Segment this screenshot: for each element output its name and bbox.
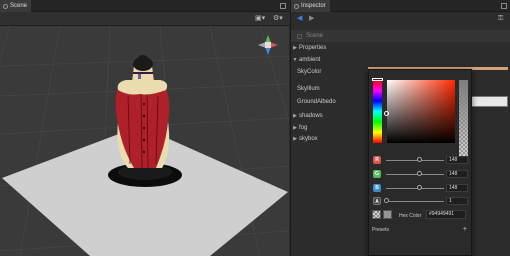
tab-inspector[interactable]: Inspector	[291, 0, 330, 12]
color-picker-popup: R 148 G 148 B 148 A 1 Hex Color #9494949…	[368, 69, 472, 256]
field-label: GroundAlbedo	[297, 99, 336, 105]
red-track[interactable]	[386, 160, 444, 161]
scene-header-row[interactable]: Scene	[291, 30, 510, 42]
section-label: skybox	[299, 136, 318, 142]
presets-label: Presets	[372, 227, 389, 233]
collapse-arrow-icon: ▼	[292, 57, 298, 63]
section-label: ambient	[299, 57, 321, 63]
hue-slider[interactable]	[373, 80, 382, 143]
hex-color-label: Hex Color	[399, 213, 422, 219]
section-label: Properties	[299, 45, 327, 51]
new-color-swatch[interactable]	[383, 210, 392, 219]
red-value-input[interactable]: 148	[446, 156, 468, 164]
scene-tabbar: Scene	[0, 0, 289, 12]
alpha-track[interactable]	[386, 201, 444, 202]
field-label: SkyColor	[297, 69, 322, 75]
scene-panel: Scene ▣▾ ⚙▾	[0, 0, 289, 256]
blue-slider-row: B 148	[372, 184, 470, 193]
scene-toolbar: ▣▾ ⚙▾	[0, 12, 289, 26]
section-label: shadows	[299, 113, 323, 119]
expand-arrow-icon: ▶	[293, 45, 297, 51]
section-label: fog	[299, 125, 308, 131]
scene-tab-icon	[3, 3, 8, 9]
section-properties[interactable]: ▶ Properties	[291, 42, 510, 54]
tab-scene[interactable]: Scene	[0, 0, 32, 12]
field-label: SkyIllum	[297, 86, 320, 92]
hue-handle[interactable]	[372, 78, 383, 81]
green-knob[interactable]	[417, 171, 423, 176]
inspector-tab-icon	[294, 3, 299, 9]
alpha-value-input[interactable]: 1	[446, 197, 468, 205]
inspector-panel-menu-icon[interactable]	[501, 3, 507, 9]
red-channel-label: R	[373, 156, 381, 164]
scene-panel-menu-icon[interactable]	[280, 3, 286, 9]
sv-handle[interactable]	[384, 111, 389, 116]
inspector-nav: ◀ ▶ ⚿	[291, 12, 510, 26]
lock-icon[interactable]: ⚿	[498, 15, 503, 23]
alpha-slider-row: A 1	[372, 197, 470, 206]
gear-icon[interactable]: ⚙▾	[273, 15, 285, 23]
scene-render	[0, 26, 289, 256]
blue-channel-label: B	[373, 184, 381, 192]
expand-arrow-icon: ▶	[293, 113, 297, 119]
green-value-input[interactable]: 148	[446, 170, 468, 178]
green-slider-row: G 148	[372, 170, 470, 179]
red-slider-row: R 148	[372, 156, 470, 165]
blue-value-input[interactable]: 148	[446, 184, 468, 192]
expand-arrow-icon: ▶	[293, 125, 297, 131]
expand-arrow-icon: ▶	[293, 136, 297, 142]
inspector-tab-label: Inspector	[301, 3, 326, 9]
inspector-tabbar: Inspector	[291, 0, 510, 12]
back-arrow-icon[interactable]: ◀	[297, 15, 302, 23]
alpha-channel-label: A	[373, 197, 381, 205]
scene-row-label: Scene	[306, 33, 324, 39]
camera-mode-icon[interactable]: ▣▾	[255, 15, 267, 23]
alpha-slider[interactable]	[459, 80, 468, 156]
add-preset-button[interactable]: +	[463, 226, 467, 233]
forward-arrow-icon[interactable]: ▶	[309, 15, 314, 23]
scene-checkbox[interactable]	[297, 33, 302, 39]
green-track[interactable]	[386, 174, 444, 175]
hex-color-input[interactable]: #94949491	[426, 210, 466, 219]
saturation-value-area[interactable]	[387, 80, 455, 143]
axis-gizmo-icon[interactable]	[256, 33, 280, 57]
blue-track[interactable]	[386, 188, 444, 189]
alpha-knob[interactable]	[383, 198, 389, 203]
groundalbedo-color-field[interactable]	[470, 96, 508, 107]
scene-viewport[interactable]	[0, 26, 289, 256]
scene-tab-label: Scene	[10, 3, 28, 9]
old-color-swatch[interactable]	[372, 210, 381, 219]
green-channel-label: G	[373, 170, 381, 178]
section-ambient[interactable]: ▼ ambient	[291, 54, 510, 66]
red-knob[interactable]	[417, 157, 423, 162]
blue-knob[interactable]	[417, 185, 423, 190]
editor-window: Scene ▣▾ ⚙▾ Inspector ◀ ▶ ⚿ Scene ▶ Prop…	[0, 0, 510, 256]
